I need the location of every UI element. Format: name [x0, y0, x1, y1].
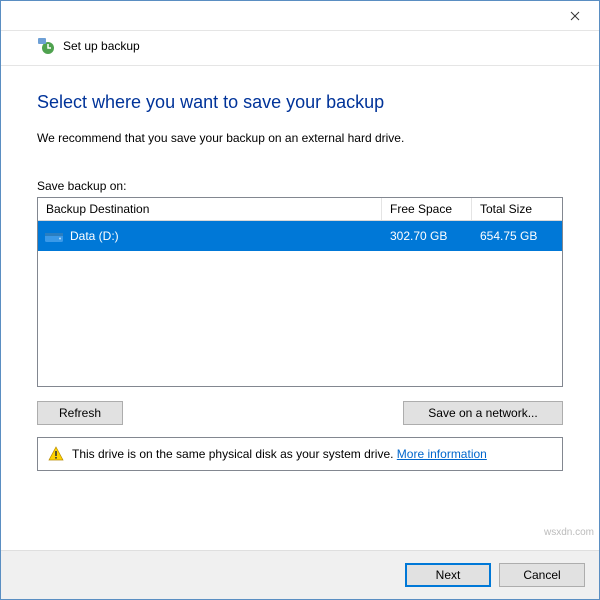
- close-button[interactable]: [552, 2, 597, 30]
- content-area: Select where you want to save your backu…: [1, 66, 599, 550]
- recommendation-text: We recommend that you save your backup o…: [37, 131, 563, 145]
- drive-listbox[interactable]: Backup Destination Free Space Total Size…: [37, 197, 563, 387]
- next-button[interactable]: Next: [405, 563, 491, 587]
- refresh-button[interactable]: Refresh: [37, 401, 123, 425]
- warning-text: This drive is on the same physical disk …: [72, 447, 487, 461]
- backup-wizard-window: Set up backup Select where you want to s…: [0, 0, 600, 600]
- drive-total: 654.75 GB: [472, 229, 562, 243]
- col-destination[interactable]: Backup Destination: [38, 198, 382, 220]
- warning-box: This drive is on the same physical disk …: [37, 437, 563, 471]
- col-free-space[interactable]: Free Space: [382, 198, 472, 220]
- cancel-button[interactable]: Cancel: [499, 563, 585, 587]
- save-backup-label: Save backup on:: [37, 179, 563, 193]
- titlebar: [1, 1, 599, 31]
- backup-wizard-icon: [37, 37, 55, 55]
- window-title: Set up backup: [63, 39, 140, 53]
- footer: Next Cancel: [1, 550, 599, 599]
- drive-free: 302.70 GB: [382, 229, 472, 243]
- drive-row-selected[interactable]: Data (D:) 302.70 GB 654.75 GB: [38, 221, 562, 251]
- close-icon: [570, 11, 580, 21]
- drive-name: Data (D:): [70, 229, 119, 243]
- action-row: Refresh Save on a network...: [37, 401, 563, 425]
- header-row: Set up backup: [1, 31, 599, 66]
- hard-drive-icon: [44, 228, 64, 244]
- col-total-size[interactable]: Total Size: [472, 198, 562, 220]
- warning-icon: [48, 446, 64, 462]
- save-on-network-button[interactable]: Save on a network...: [403, 401, 563, 425]
- more-information-link[interactable]: More information: [397, 447, 487, 461]
- list-header: Backup Destination Free Space Total Size: [38, 198, 562, 221]
- page-title: Select where you want to save your backu…: [37, 92, 563, 113]
